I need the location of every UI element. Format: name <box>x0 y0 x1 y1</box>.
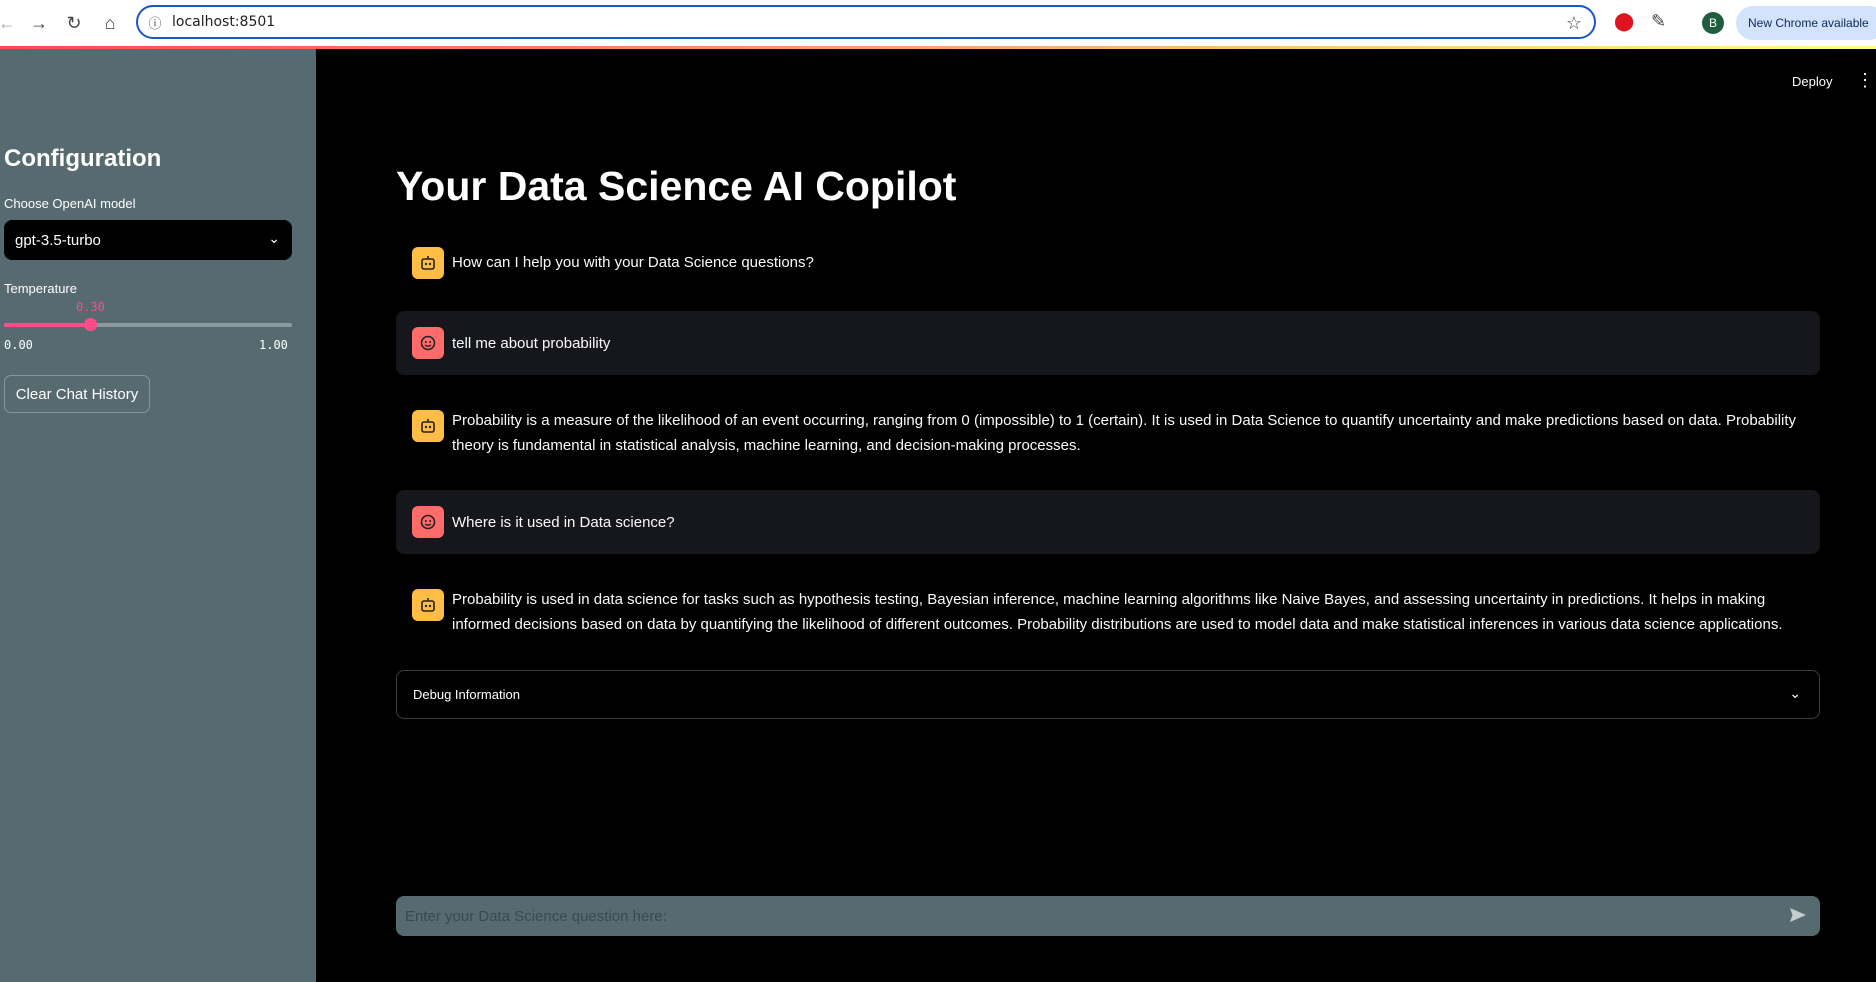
chat-message-user: tell me about probability <box>396 311 1820 375</box>
main-menu-icon[interactable]: ⋮ <box>1856 70 1874 91</box>
home-icon[interactable]: ⌂ <box>95 8 125 38</box>
slider-fill <box>4 323 91 327</box>
opera-extension-icon[interactable]: ⬤ <box>1614 11 1634 32</box>
back-icon[interactable]: ← <box>0 8 22 38</box>
slider-min-label: 0.00 <box>4 338 33 352</box>
chevron-down-icon: ⌄ <box>1789 685 1801 701</box>
chevron-down-icon: ⌄ <box>268 230 280 246</box>
debug-information-expander[interactable]: Debug Information ⌄ <box>396 670 1820 719</box>
address-bar[interactable]: ⓘ localhost:8501 ☆ <box>136 5 1596 39</box>
browser-toolbar: ← → ↻ ⌂ ⓘ localhost:8501 ☆ ⬤ ✎ B New Chr… <box>0 0 1876 46</box>
sidebar: Configuration Choose OpenAI model gpt-3.… <box>0 49 316 982</box>
url-text: localhost:8501 <box>172 14 276 30</box>
bot-avatar-icon <box>412 247 444 279</box>
user-avatar-icon <box>412 327 444 359</box>
slider-max-label: 1.00 <box>259 338 288 352</box>
bookmark-star-icon[interactable]: ☆ <box>1566 13 1582 34</box>
model-select-label: Choose OpenAI model <box>4 196 136 211</box>
chrome-update-button[interactable]: New Chrome available <box>1736 6 1876 40</box>
temperature-slider[interactable]: 0.30 <box>4 300 292 331</box>
slider-handle[interactable] <box>84 318 98 331</box>
chat-message-assistant: Probability is used in data science for … <box>396 575 1820 655</box>
message-text: How can I help you with your Data Scienc… <box>452 254 814 271</box>
deploy-button[interactable]: Deploy <box>1792 74 1832 89</box>
message-text: Probability is used in data science for … <box>452 591 1783 633</box>
model-select-value: gpt-3.5-turbo <box>15 231 101 249</box>
message-text: Probability is a measure of the likeliho… <box>452 412 1797 454</box>
chat-message-assistant: How can I help you with your Data Scienc… <box>396 238 1820 288</box>
profile-avatar[interactable]: B <box>1702 12 1724 34</box>
bot-avatar-icon <box>412 410 444 442</box>
sidebar-title: Configuration <box>4 145 162 172</box>
send-icon[interactable] <box>1788 905 1808 930</box>
expander-label: Debug Information <box>413 687 520 702</box>
site-info-icon[interactable]: ⓘ <box>138 13 172 32</box>
message-text: tell me about probability <box>452 335 611 352</box>
chat-message-user: Where is it used in Data science? <box>396 490 1820 554</box>
temperature-label: Temperature <box>4 281 77 296</box>
message-text: Where is it used in Data science? <box>452 514 675 531</box>
clear-chat-history-button[interactable]: Clear Chat History <box>4 375 150 413</box>
user-avatar-icon <box>412 506 444 538</box>
slider-current-value: 0.30 <box>75 300 105 314</box>
page-title: Your Data Science AI Copilot <box>396 163 957 209</box>
extensions-puzzle-icon[interactable]: ✎ <box>1651 11 1666 32</box>
chat-message-assistant: Probability is a measure of the likeliho… <box>396 396 1820 476</box>
forward-icon[interactable]: → <box>24 8 54 38</box>
model-select[interactable]: gpt-3.5-turbo ⌄ <box>4 220 292 260</box>
bot-avatar-icon <box>412 589 444 621</box>
reload-icon[interactable]: ↻ <box>59 8 89 38</box>
chat-input[interactable] <box>396 896 1820 936</box>
